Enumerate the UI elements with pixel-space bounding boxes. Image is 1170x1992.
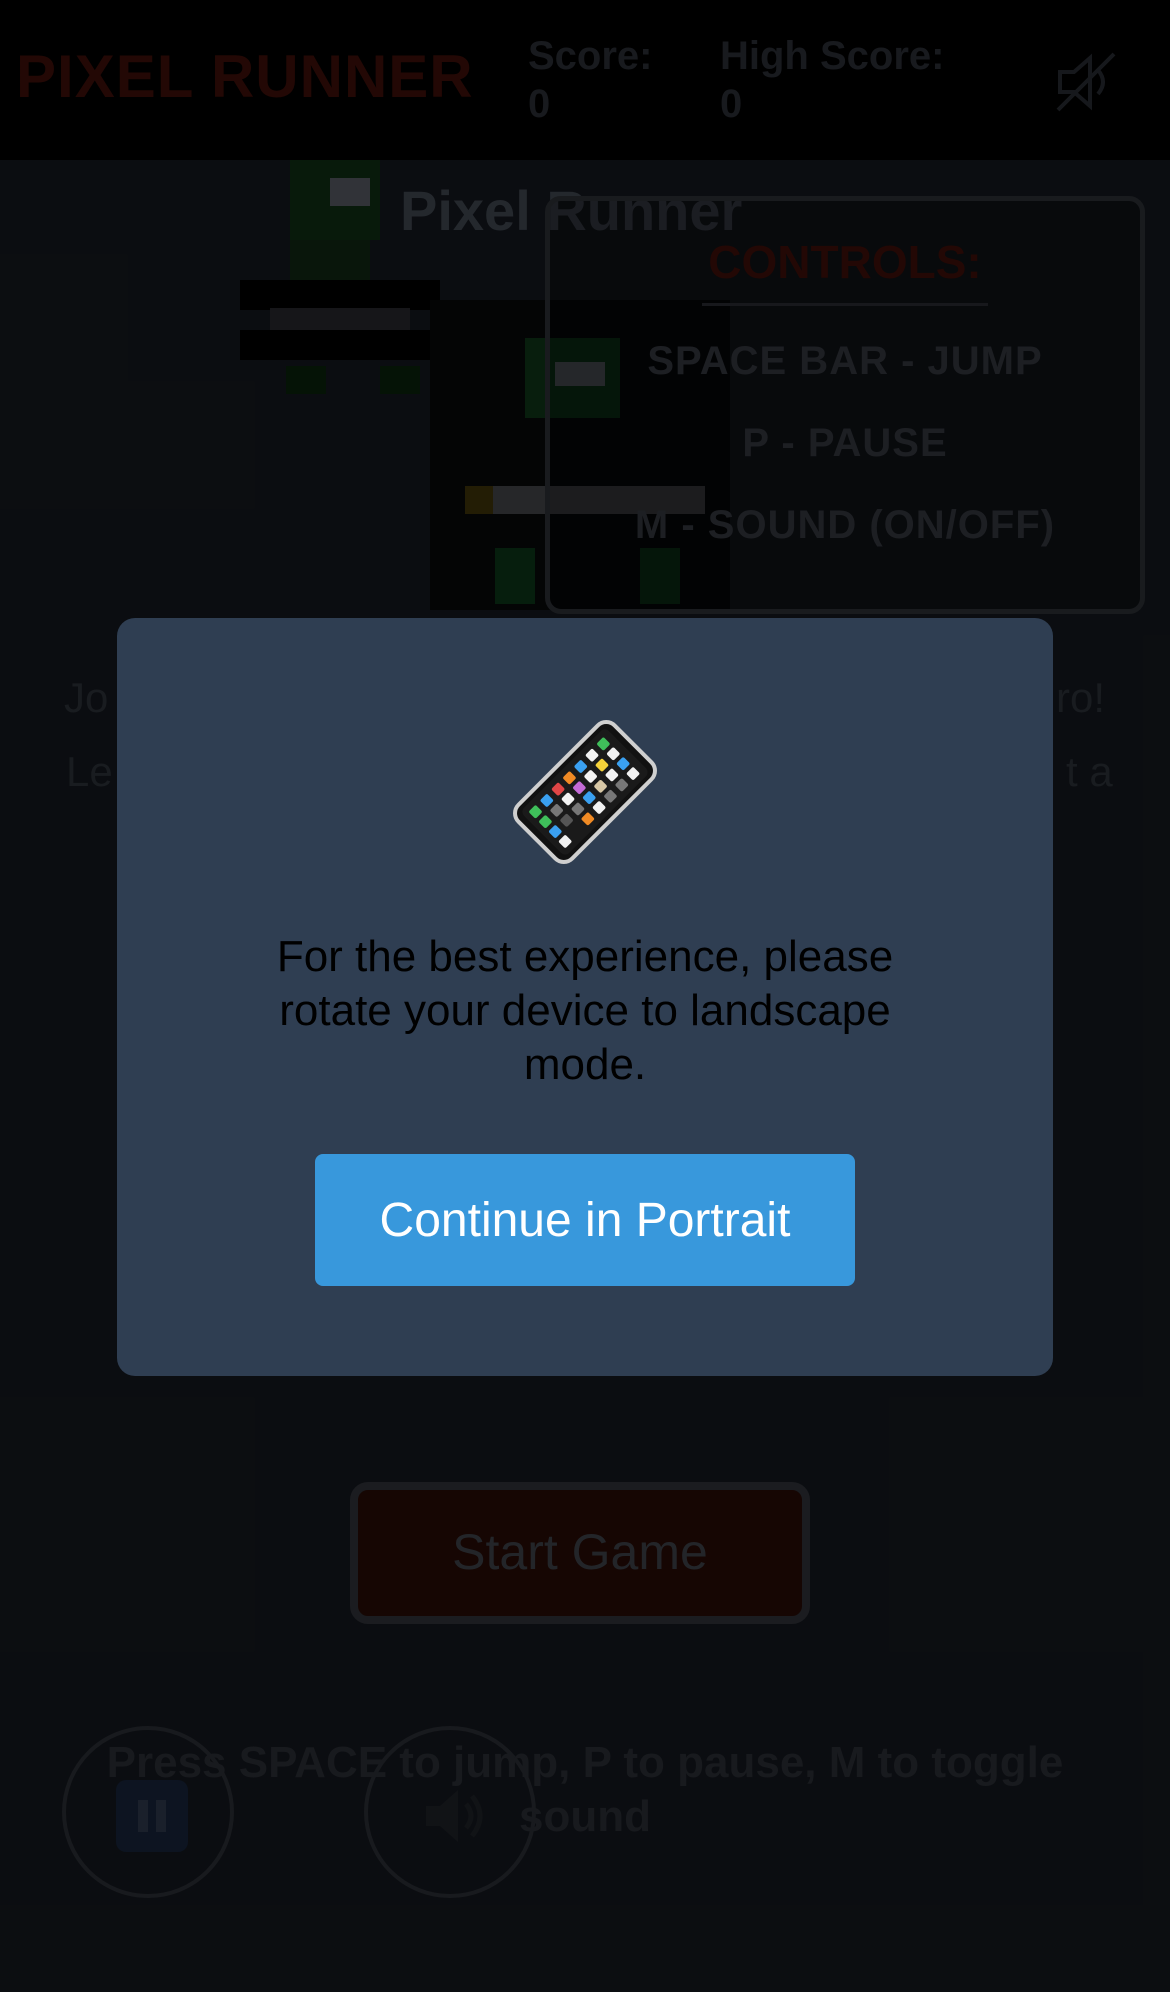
continue-in-portrait-button[interactable]: Continue in Portrait	[315, 1154, 855, 1286]
orientation-modal: For the best experience, please rotate y…	[117, 618, 1053, 1376]
mobile-phone-icon	[513, 720, 657, 864]
rotate-device-message: For the best experience, please rotate y…	[276, 932, 894, 1089]
